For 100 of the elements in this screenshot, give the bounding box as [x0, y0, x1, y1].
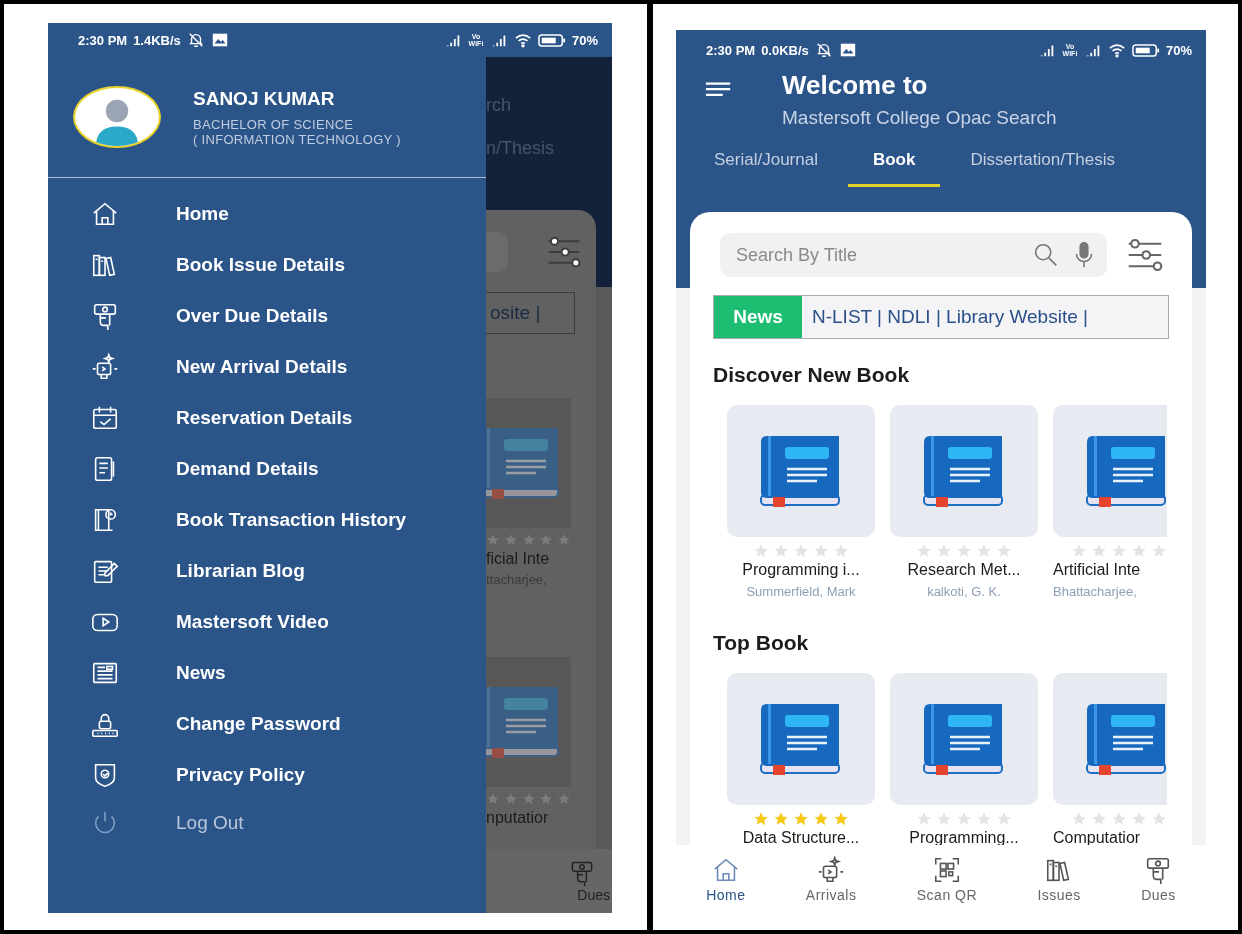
star-icon — [813, 543, 829, 559]
bell-off-icon — [814, 41, 833, 59]
menu-item[interactable]: Librarian Blog — [48, 545, 486, 596]
book-cover-icon — [486, 686, 562, 758]
star-icon — [503, 791, 518, 807]
nav-item[interactable]: Scan QR — [916, 854, 978, 903]
star-icon — [557, 532, 571, 548]
nav-item[interactable]: Issues — [1037, 854, 1081, 903]
menu-item-label: Home — [176, 202, 229, 225]
book-author: Bhattacharjee, — [1053, 584, 1137, 599]
menu-item-label: Privacy Policy — [176, 763, 305, 786]
logout-item[interactable]: Log Out — [48, 800, 486, 846]
book-title[interactable]: Programming i... — [742, 561, 860, 579]
menu-item[interactable]: Change Password — [48, 698, 486, 749]
menu-item-label: Mastersoft Video — [176, 610, 329, 633]
star-icon — [1131, 543, 1147, 559]
book-cover-icon — [1085, 703, 1167, 775]
nav-item[interactable]: Home — [706, 854, 746, 903]
star-icon — [793, 811, 809, 827]
star-icon — [521, 791, 536, 807]
wifi-icon — [1107, 41, 1126, 59]
nav-item[interactable]: Arrivals — [805, 854, 857, 903]
book-title[interactable]: Artificial Inte — [1053, 561, 1141, 579]
book-image[interactable] — [727, 405, 875, 537]
status-time: 2:30 PM — [78, 32, 128, 48]
star-icon — [976, 543, 992, 559]
book-cover-icon — [759, 435, 843, 507]
star-icon — [1071, 543, 1087, 559]
book-title[interactable]: Data Structure... — [742, 829, 860, 845]
battery-level: 70% — [1165, 42, 1192, 58]
menu-item-label: Book Issue Details — [176, 253, 345, 276]
star-icon — [539, 532, 554, 548]
star-icon — [833, 543, 849, 559]
menu-item[interactable]: Book Issue Details — [48, 239, 486, 290]
user-name: SANOJ KUMAR — [193, 87, 336, 110]
star-icon — [521, 532, 536, 548]
degree-text: BACHELOR OF SCIENCE — [193, 116, 355, 132]
book-image[interactable] — [890, 673, 1038, 805]
battery-icon — [537, 32, 566, 48]
section-title: Top Book — [713, 631, 810, 655]
star-icon — [936, 543, 952, 559]
star-icon — [1091, 811, 1107, 827]
star-icon — [833, 811, 849, 827]
book-cover-icon — [1085, 435, 1167, 507]
star-icon — [1071, 811, 1087, 827]
menu-item[interactable]: Demand Details — [48, 443, 486, 494]
star-icon — [996, 543, 1012, 559]
menu-item[interactable]: Reservation Details — [48, 392, 486, 443]
star-icon — [1151, 543, 1167, 559]
menu-item-label: Change Password — [176, 712, 341, 735]
book-title[interactable]: Research Met... — [907, 561, 1021, 579]
star-icon — [936, 811, 952, 827]
header-title: Welcome to — [782, 70, 929, 101]
book-cover-icon — [922, 435, 1006, 507]
nav-item[interactable]: Dues — [1141, 854, 1176, 903]
star-icon — [539, 791, 554, 807]
wifi-icon — [513, 31, 532, 49]
star-icon — [557, 791, 571, 807]
book-image[interactable] — [890, 405, 1038, 537]
star-icon — [486, 791, 500, 807]
book-image[interactable] — [727, 673, 875, 805]
menu-item[interactable]: New Arrival Details — [48, 341, 486, 392]
star-icon — [976, 811, 992, 827]
tab[interactable]: Book — [847, 147, 941, 187]
logout-label: Log Out — [176, 812, 244, 834]
star-icon — [956, 543, 972, 559]
book-author: Summerfield, Mark — [746, 584, 856, 599]
menu-item[interactable]: Book Transaction History — [48, 494, 486, 545]
menu-item[interactable]: Privacy Policy — [48, 749, 486, 800]
star-icon — [1131, 811, 1147, 827]
menu-item-label: Librarian Blog — [176, 559, 305, 582]
book-image[interactable] — [1053, 405, 1167, 537]
menu-item-label: Over Due Details — [176, 304, 329, 327]
tab[interactable]: Serial/Journal — [706, 147, 826, 187]
news-text[interactable]: N-LIST | NDLI | Library Website | — [802, 296, 1088, 338]
news-label: News — [714, 296, 802, 338]
menu-item[interactable]: News — [48, 647, 486, 698]
star-icon — [1111, 811, 1127, 827]
tab[interactable]: Dissertation/Thesis — [962, 147, 1123, 187]
star-icon — [916, 543, 932, 559]
menu-item[interactable]: Home — [48, 188, 486, 239]
bell-off-icon — [186, 31, 205, 49]
book-image[interactable] — [1053, 673, 1167, 805]
menu-item-label: News — [176, 661, 226, 684]
menu-item[interactable]: Mastersoft Video — [48, 596, 486, 647]
sparkle-box-icon — [90, 351, 120, 382]
star-icon — [503, 532, 518, 548]
search-field[interactable]: Search By Title — [734, 243, 1023, 267]
header-subtitle: Mastersoft College Opac Search — [782, 107, 1057, 129]
battery-icon — [1131, 42, 1160, 58]
gallery-icon — [838, 41, 857, 59]
search-bar[interactable]: Search By Title — [720, 233, 1107, 277]
menu-item[interactable]: Over Due Details — [48, 290, 486, 341]
dimmed-book-title: nputatior — [486, 809, 550, 827]
dimmed-nav-label: Dues — [577, 887, 610, 903]
status-time: 2:30 PM — [706, 42, 756, 58]
star-icon — [793, 543, 809, 559]
dimmed-news-text: osite | — [486, 292, 575, 334]
book-cover-icon — [759, 703, 843, 775]
star-icon — [753, 811, 769, 827]
